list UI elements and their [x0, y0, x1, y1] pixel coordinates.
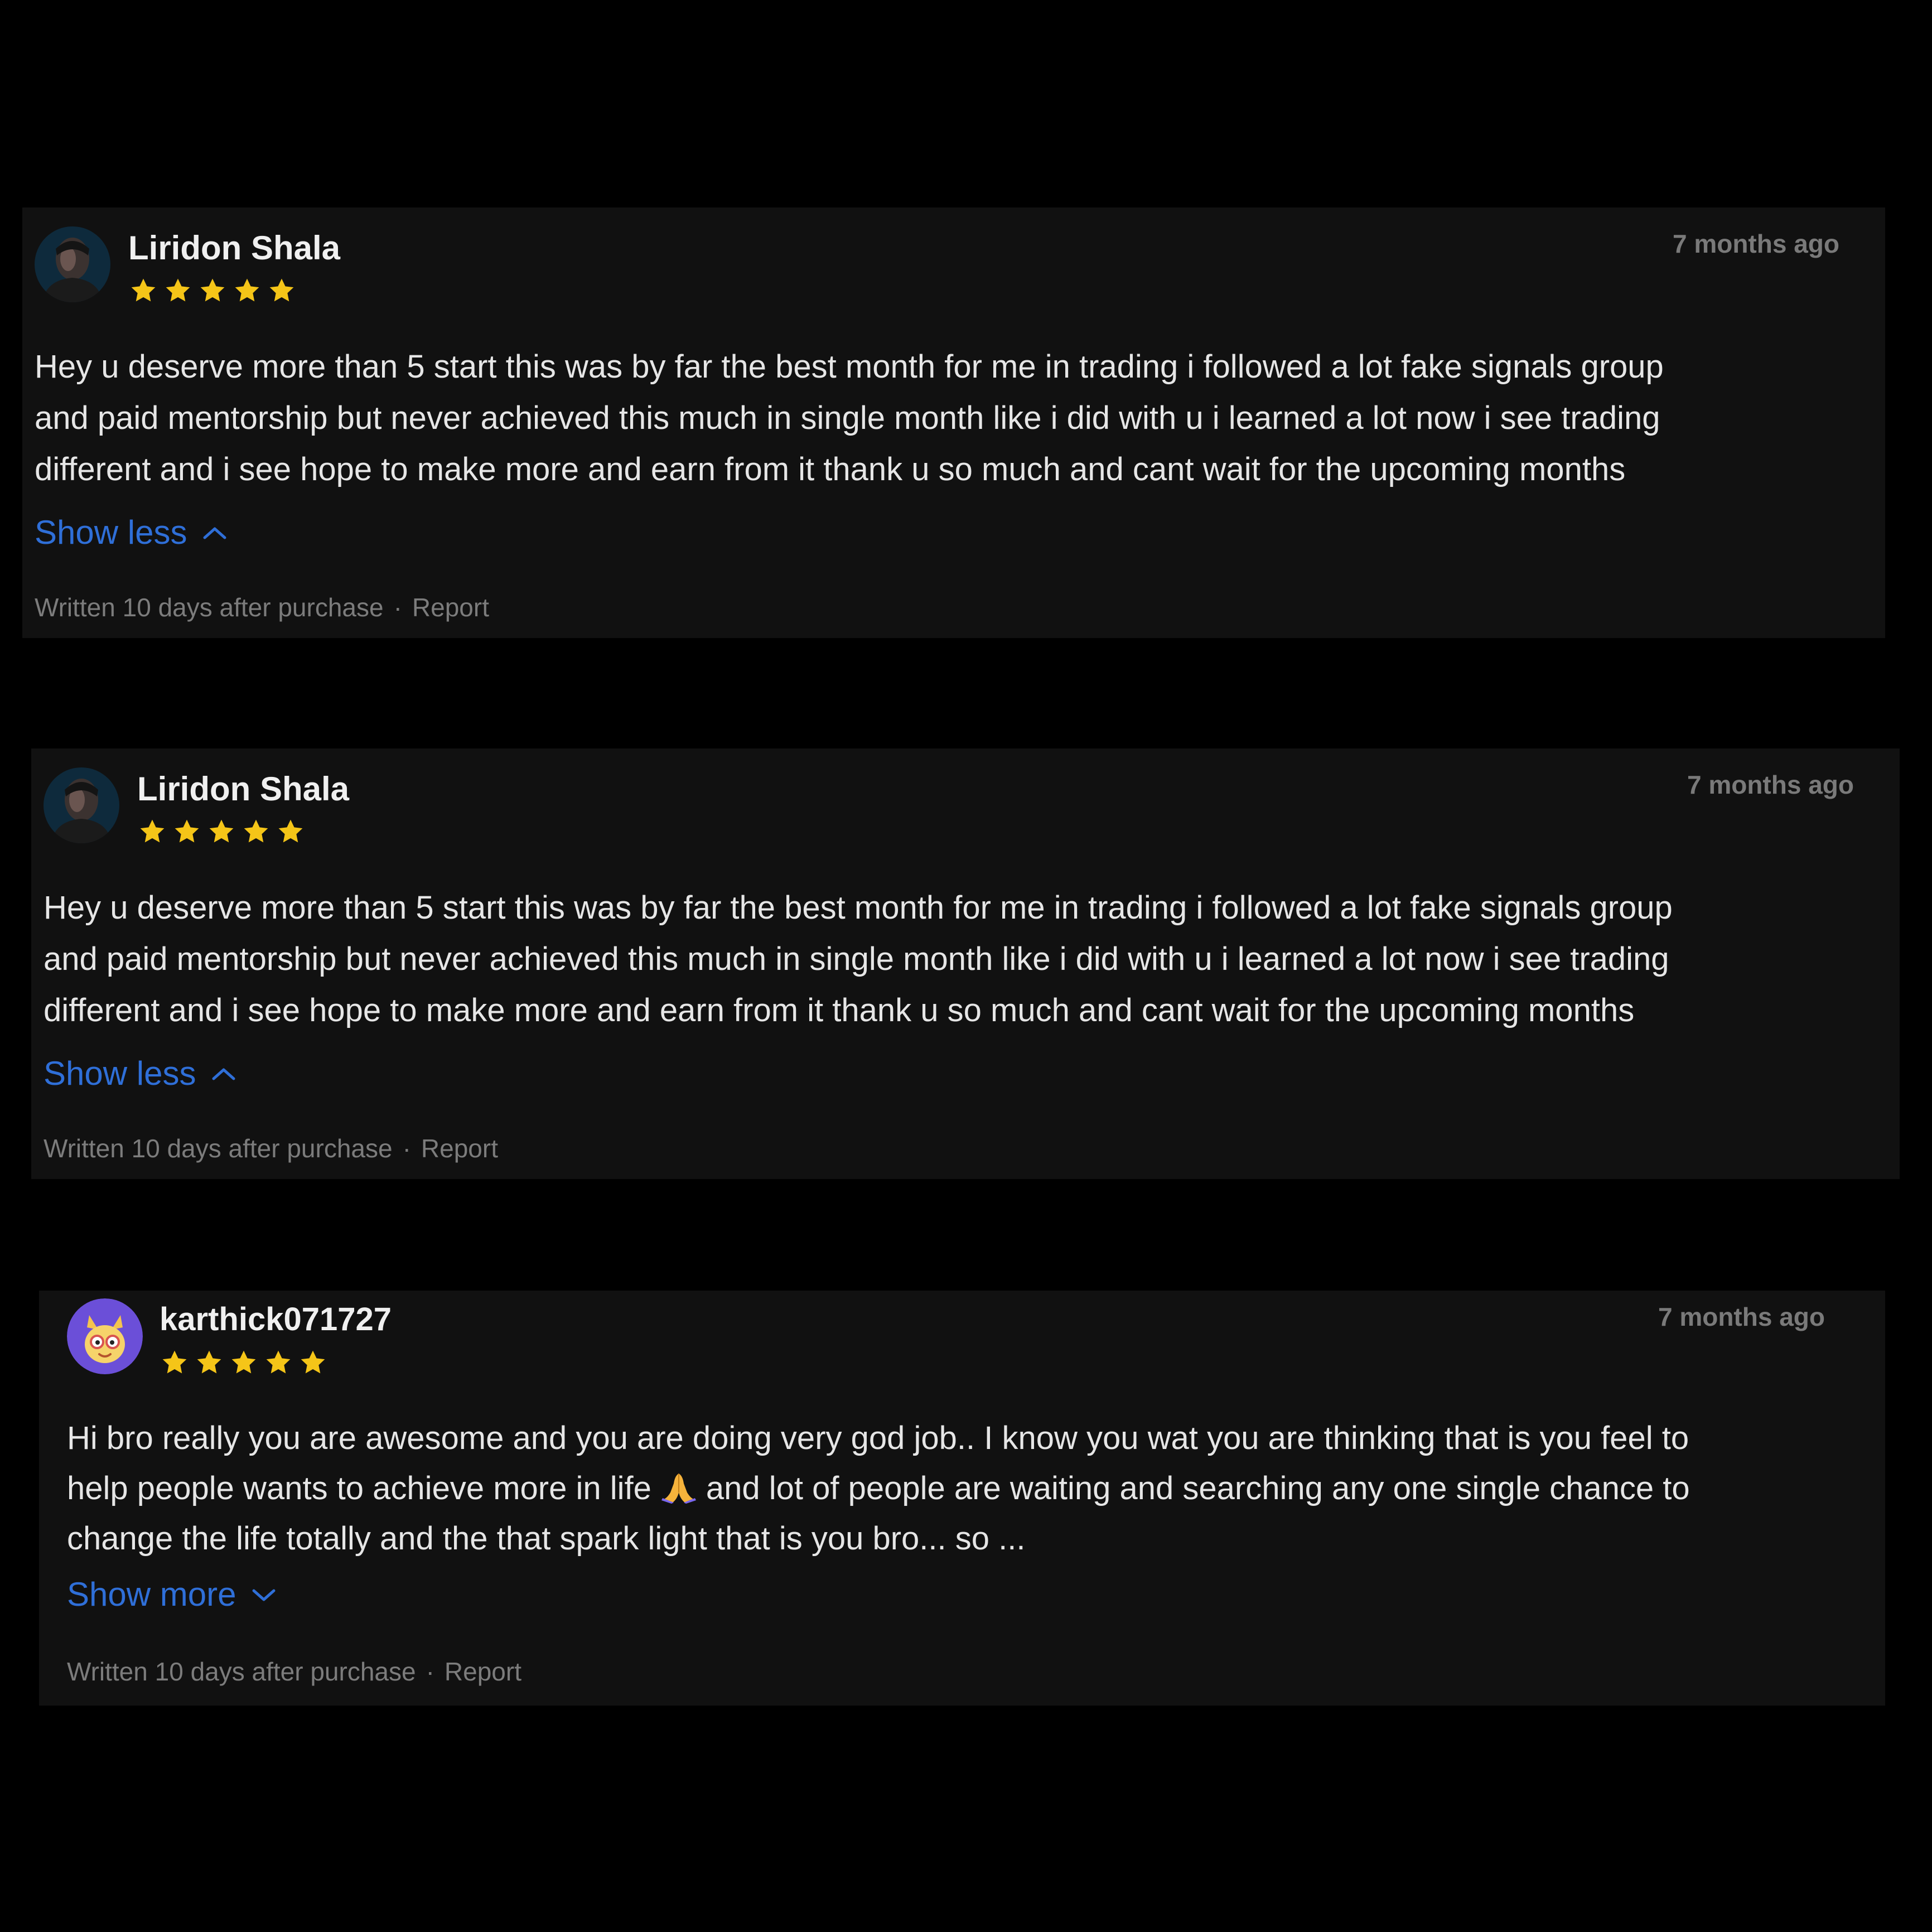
written-info: Written 10 days after purchase — [67, 1657, 416, 1686]
folded-hands-icon — [661, 1474, 696, 1504]
person-photo-avatar — [44, 767, 119, 843]
cartoon-mascot-avatar — [67, 1298, 143, 1374]
toggle-label: Show less — [35, 514, 187, 551]
star-icon — [244, 819, 268, 843]
chevron-up-icon — [203, 527, 226, 539]
star-icon — [209, 819, 234, 843]
show-less-button[interactable]: Show less — [35, 513, 228, 552]
review-text: Hi bro really you are awesome and you ar… — [67, 1413, 1868, 1564]
meta-separator: · — [402, 1134, 411, 1163]
report-link[interactable]: Report — [445, 1657, 521, 1686]
show-less-button[interactable]: Show less — [44, 1054, 237, 1093]
star-icon — [131, 278, 156, 302]
star-icon — [200, 278, 225, 302]
star-icon — [197, 1350, 221, 1374]
meta-separator: · — [393, 593, 402, 622]
review-meta: Written 10 days after purchase · Report — [67, 1656, 521, 1687]
star-icon — [162, 1350, 187, 1374]
written-info: Written 10 days after purchase — [44, 1134, 393, 1163]
person-photo-avatar — [35, 226, 110, 302]
toggle-label: Show more — [67, 1576, 236, 1613]
review-meta: Written 10 days after purchase · Report — [44, 1133, 498, 1163]
star-rating — [137, 817, 306, 847]
reviewer-name[interactable]: Liridon Shala — [128, 229, 340, 267]
written-info: Written 10 days after purchase — [35, 593, 384, 622]
star-icon — [301, 1350, 325, 1374]
reviewer-avatar[interactable] — [67, 1298, 143, 1374]
report-link[interactable]: Report — [421, 1134, 498, 1163]
review-card: karthick071727 7 months ago Hi bro reall… — [39, 1291, 1885, 1706]
star-icon — [140, 819, 165, 843]
reviewer-name[interactable]: Liridon Shala — [137, 770, 349, 808]
report-link[interactable]: Report — [412, 593, 489, 622]
star-icon — [269, 278, 294, 302]
show-more-button[interactable]: Show more — [67, 1575, 277, 1614]
review-meta: Written 10 days after purchase · Report — [35, 592, 489, 622]
reviewer-avatar[interactable] — [44, 767, 119, 843]
star-rating — [128, 276, 297, 306]
review-text: Hey u deserve more than 5 start this was… — [35, 349, 1664, 487]
star-icon — [278, 819, 303, 843]
star-icon — [175, 819, 199, 843]
review-date: 7 months ago — [1687, 770, 1854, 799]
star-icon — [235, 278, 259, 302]
star-icon — [231, 1350, 256, 1374]
reviewer-avatar[interactable] — [35, 226, 110, 302]
review-card: Liridon Shala 7 months ago Hey u deserve… — [22, 207, 1885, 638]
star-icon — [166, 278, 190, 302]
review-card: Liridon Shala 7 months ago Hey u deserve… — [31, 748, 1900, 1179]
meta-separator: · — [426, 1657, 434, 1686]
review-text: Hey u deserve more than 5 start this was… — [44, 890, 1673, 1028]
toggle-label: Show less — [44, 1055, 196, 1092]
review-date: 7 months ago — [1672, 229, 1839, 258]
star-rating — [160, 1347, 328, 1378]
star-icon — [266, 1350, 291, 1374]
reviewer-name[interactable]: karthick071727 — [160, 1301, 392, 1338]
chevron-up-icon — [212, 1068, 235, 1080]
review-date: 7 months ago — [1658, 1302, 1825, 1331]
chevron-down-icon — [252, 1589, 276, 1601]
